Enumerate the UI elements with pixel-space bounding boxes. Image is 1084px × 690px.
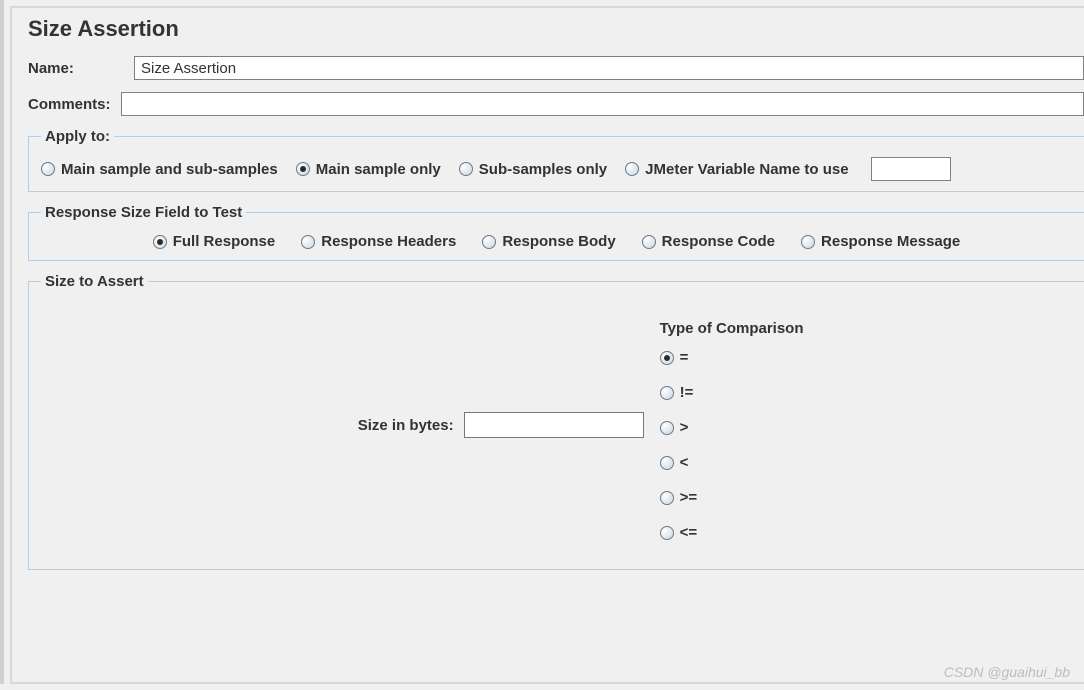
apply-to-main-only-label: Main sample only: [316, 161, 441, 178]
comp-ne[interactable]: !=: [660, 384, 1072, 401]
comp-eq[interactable]: =: [660, 349, 1072, 366]
response-field-legend: Response Size Field to Test: [41, 204, 246, 221]
radio-icon: [660, 421, 674, 435]
resp-code-label: Response Code: [662, 233, 775, 250]
resp-body-label: Response Body: [502, 233, 615, 250]
apply-to-legend: Apply to:: [41, 128, 114, 145]
comparison-title: Type of Comparison: [660, 320, 1072, 337]
comp-gt-label: >: [680, 419, 689, 436]
radio-icon: [660, 526, 674, 540]
radio-icon: [660, 386, 674, 400]
apply-to-main-sub[interactable]: Main sample and sub-samples: [41, 161, 278, 178]
comp-eq-label: =: [680, 349, 689, 366]
comments-input[interactable]: [121, 92, 1084, 116]
resp-message-label: Response Message: [821, 233, 960, 250]
size-assert-legend: Size to Assert: [41, 273, 148, 290]
jmeter-variable-input[interactable]: [871, 157, 951, 181]
comp-ge[interactable]: >=: [660, 489, 1072, 506]
apply-to-group: Apply to: Main sample and sub-samples Ma…: [28, 128, 1084, 192]
comp-lt[interactable]: <: [660, 454, 1072, 471]
resp-full-label: Full Response: [173, 233, 276, 250]
apply-to-main-only[interactable]: Main sample only: [296, 161, 441, 178]
resp-message[interactable]: Response Message: [801, 233, 960, 250]
radio-icon: [482, 235, 496, 249]
apply-to-sub-only-label: Sub-samples only: [479, 161, 607, 178]
comp-ge-label: >=: [680, 489, 698, 506]
resp-headers-label: Response Headers: [321, 233, 456, 250]
radio-icon: [660, 456, 674, 470]
name-input[interactable]: [134, 56, 1084, 80]
resp-body[interactable]: Response Body: [482, 233, 615, 250]
comp-lt-label: <: [680, 454, 689, 471]
page-title: Size Assertion: [28, 16, 1084, 42]
apply-to-sub-only[interactable]: Sub-samples only: [459, 161, 607, 178]
radio-icon: [301, 235, 315, 249]
radio-icon: [801, 235, 815, 249]
comments-row: Comments:: [28, 92, 1084, 116]
apply-to-jmeter-var-label: JMeter Variable Name to use: [645, 161, 848, 178]
apply-to-main-sub-label: Main sample and sub-samples: [61, 161, 278, 178]
radio-icon: [642, 235, 656, 249]
comp-le-label: <=: [680, 524, 698, 541]
radio-icon: [153, 235, 167, 249]
comments-label: Comments:: [28, 96, 111, 113]
name-label: Name:: [28, 60, 124, 77]
resp-headers[interactable]: Response Headers: [301, 233, 456, 250]
size-bytes-input[interactable]: [464, 412, 644, 438]
comp-le[interactable]: <=: [660, 524, 1072, 541]
size-assertion-panel: Size Assertion Name: Comments: Apply to:…: [10, 6, 1084, 684]
radio-icon: [625, 162, 639, 176]
response-field-group: Response Size Field to Test Full Respons…: [28, 204, 1084, 261]
size-assert-group: Size to Assert Size in bytes: Type of Co…: [28, 273, 1084, 570]
size-bytes-label: Size in bytes:: [358, 417, 454, 434]
radio-icon: [660, 491, 674, 505]
comp-gt[interactable]: >: [660, 419, 1072, 436]
name-row: Name:: [28, 56, 1084, 80]
radio-icon: [459, 162, 473, 176]
radio-icon: [296, 162, 310, 176]
radio-icon: [41, 162, 55, 176]
resp-code[interactable]: Response Code: [642, 233, 775, 250]
resp-full[interactable]: Full Response: [153, 233, 276, 250]
comp-ne-label: !=: [680, 384, 694, 401]
radio-icon: [660, 351, 674, 365]
apply-to-jmeter-var[interactable]: JMeter Variable Name to use: [625, 161, 848, 178]
